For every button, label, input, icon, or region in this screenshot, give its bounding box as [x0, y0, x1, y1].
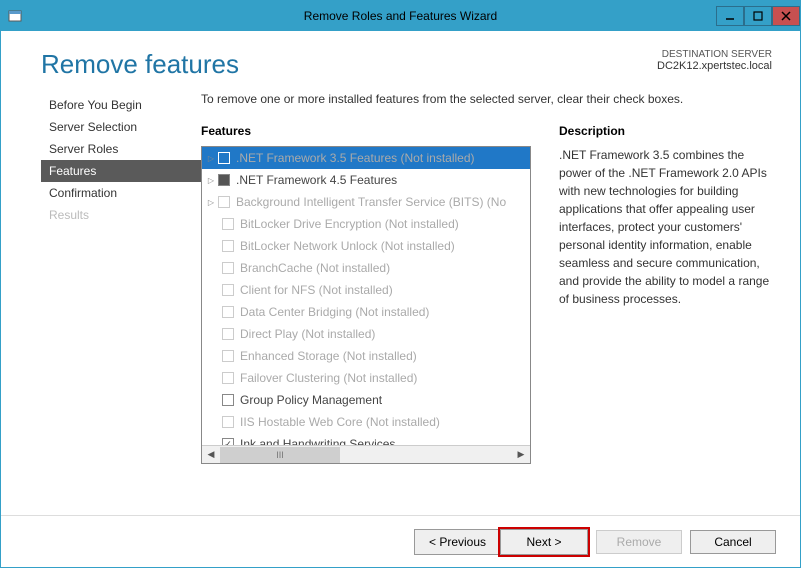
instruction-text: To remove one or more installed features… [201, 92, 772, 106]
minimize-button[interactable] [716, 6, 744, 26]
feature-checkbox [222, 416, 234, 428]
feature-checkbox[interactable] [222, 394, 234, 406]
feature-label: Failover Clustering (Not installed) [240, 371, 417, 385]
feature-label: BitLocker Drive Encryption (Not installe… [240, 217, 459, 231]
app-icon [7, 8, 23, 24]
feature-row[interactable]: Failover Clustering (Not installed) [202, 367, 530, 389]
feature-label: Background Intelligent Transfer Service … [236, 195, 506, 209]
feature-row[interactable]: Data Center Bridging (Not installed) [202, 301, 530, 323]
sidebar-item-confirmation[interactable]: Confirmation [41, 182, 201, 204]
feature-row[interactable]: Enhanced Storage (Not installed) [202, 345, 530, 367]
feature-label: Direct Play (Not installed) [240, 327, 375, 341]
expander-icon[interactable]: ▷ [206, 154, 216, 163]
previous-button[interactable]: < Previous [415, 530, 501, 554]
feature-row[interactable]: ▷ .NET Framework 3.5 Features (Not instal… [202, 147, 530, 169]
maximize-button[interactable] [744, 6, 772, 26]
feature-checkbox[interactable] [218, 174, 230, 186]
feature-row[interactable]: BranchCache (Not installed) [202, 257, 530, 279]
feature-checkbox[interactable]: ✓ [222, 438, 234, 445]
feature-checkbox [222, 350, 234, 362]
sidebar-item-features[interactable]: Features [41, 160, 201, 182]
scroll-left-icon[interactable]: ◀ [202, 447, 220, 463]
next-button[interactable]: Next > [501, 530, 587, 554]
feature-label: .NET Framework 4.5 Features [236, 173, 397, 187]
feature-checkbox [218, 152, 230, 164]
feature-label: Ink and Handwriting Services [240, 437, 395, 445]
feature-row[interactable]: ✓ Ink and Handwriting Services [202, 433, 530, 445]
feature-row[interactable]: Group Policy Management [202, 389, 530, 411]
feature-row[interactable]: IIS Hostable Web Core (Not installed) [202, 411, 530, 433]
scroll-right-icon[interactable]: ▶ [512, 447, 530, 463]
sidebar-item-server-roles[interactable]: Server Roles [41, 138, 201, 160]
sidebar-item-before-you-begin[interactable]: Before You Begin [41, 94, 201, 116]
sidebar-item-server-selection[interactable]: Server Selection [41, 116, 201, 138]
features-label: Features [201, 124, 531, 138]
feature-checkbox [222, 306, 234, 318]
feature-label: Group Policy Management [240, 393, 382, 407]
destination-info: DESTINATION SERVER DC2K12.xpertstec.loca… [657, 49, 772, 72]
wizard-steps-sidebar: Before You BeginServer SelectionServer R… [41, 92, 201, 505]
feature-row[interactable]: Direct Play (Not installed) [202, 323, 530, 345]
titlebar: Remove Roles and Features Wizard [1, 1, 800, 31]
feature-checkbox [222, 218, 234, 230]
description-label: Description [559, 124, 772, 138]
wizard-window: Remove Roles and Features Wizard Remove … [0, 0, 801, 568]
window-controls [716, 6, 800, 26]
feature-row[interactable]: BitLocker Drive Encryption (Not installe… [202, 213, 530, 235]
feature-label: Client for NFS (Not installed) [240, 283, 393, 297]
expander-icon[interactable]: ▷ [206, 198, 216, 207]
sidebar-item-results: Results [41, 204, 201, 226]
description-text: .NET Framework 3.5 combines the power of… [559, 146, 772, 308]
close-button[interactable] [772, 6, 800, 26]
feature-checkbox [222, 372, 234, 384]
feature-row[interactable]: ▷ Background Intelligent Transfer Service… [202, 191, 530, 213]
feature-label: BranchCache (Not installed) [240, 261, 390, 275]
features-tree: ▷ .NET Framework 3.5 Features (Not instal… [201, 146, 531, 464]
feature-row[interactable]: Client for NFS (Not installed) [202, 279, 530, 301]
feature-row[interactable]: BitLocker Network Unlock (Not installed) [202, 235, 530, 257]
feature-checkbox [222, 262, 234, 274]
scroll-track[interactable]: III [220, 447, 512, 463]
cancel-button[interactable]: Cancel [690, 530, 776, 554]
remove-button: Remove [596, 530, 682, 554]
page-title: Remove features [41, 49, 239, 80]
feature-label: BitLocker Network Unlock (Not installed) [240, 239, 455, 253]
expander-icon[interactable]: ▷ [206, 176, 216, 185]
feature-checkbox [222, 284, 234, 296]
feature-checkbox [222, 240, 234, 252]
horizontal-scrollbar[interactable]: ◀ III ▶ [202, 445, 530, 463]
feature-label: Enhanced Storage (Not installed) [240, 349, 417, 363]
destination-label: DESTINATION SERVER [657, 49, 772, 60]
wizard-footer: < Previous Next > Remove Cancel [1, 515, 800, 567]
feature-label: Data Center Bridging (Not installed) [240, 305, 429, 319]
feature-checkbox [222, 328, 234, 340]
destination-server: DC2K12.xpertstec.local [657, 60, 772, 72]
feature-label: IIS Hostable Web Core (Not installed) [240, 415, 440, 429]
feature-checkbox [218, 196, 230, 208]
window-title: Remove Roles and Features Wizard [304, 9, 497, 23]
feature-label: .NET Framework 3.5 Features (Not install… [236, 151, 475, 165]
feature-row[interactable]: ▷ .NET Framework 4.5 Features [202, 169, 530, 191]
scroll-thumb[interactable]: III [220, 447, 340, 463]
